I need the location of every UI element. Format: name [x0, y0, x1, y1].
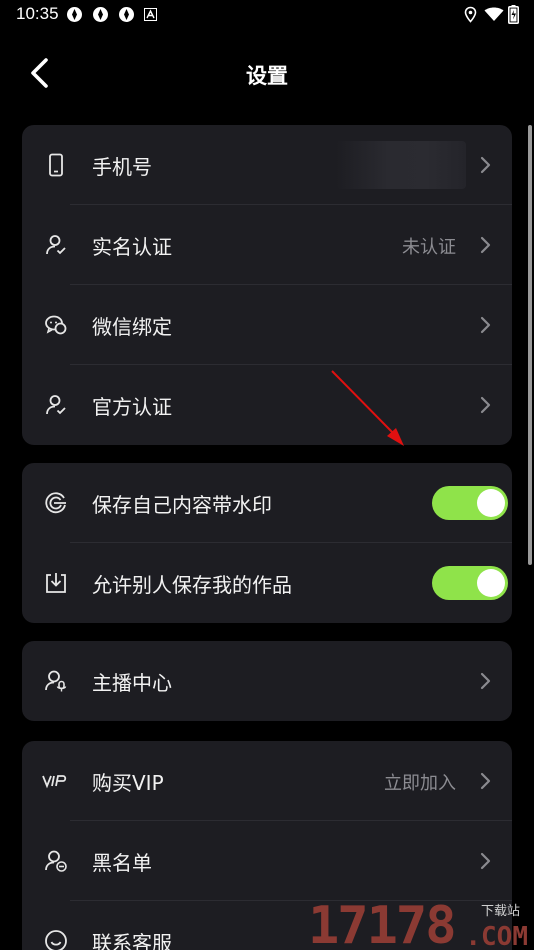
- settings-row-real-name[interactable]: 实名认证 未认证: [22, 205, 512, 285]
- phone-label: 手机号: [92, 155, 152, 179]
- anchor-center-label: 主播中心: [92, 671, 172, 695]
- anchor-card: 主播中心: [22, 641, 512, 721]
- official-verify-icon: [46, 395, 66, 415]
- header: 设置: [0, 48, 534, 98]
- watermark-number: 17178: [308, 896, 457, 950]
- join-now-text: 立即加入: [384, 773, 456, 794]
- settings-row-watermark: 保存自己内容带水印: [22, 463, 512, 543]
- chevron-right-icon: [480, 852, 491, 870]
- location-icon: [464, 6, 477, 23]
- phone-icon: [49, 153, 63, 177]
- watermark-label: 保存自己内容带水印: [92, 493, 272, 517]
- site-watermark: 17178 下载站 .COM: [308, 896, 528, 950]
- status-time: 10:35: [16, 4, 59, 23]
- chevron-right-icon: [480, 672, 491, 690]
- allow-save-label: 允许别人保存我的作品: [92, 573, 292, 597]
- chevron-right-icon: [480, 156, 491, 174]
- wechat-label: 微信绑定: [92, 315, 172, 339]
- settings-row-official[interactable]: 官方认证: [22, 365, 512, 445]
- notification-icon: [119, 7, 134, 22]
- account-settings-card: 手机号 实名认证 未认证 微信绑定 官方认证: [22, 125, 512, 445]
- settings-row-allow-save: 允许别人保存我的作品: [22, 543, 512, 623]
- user-verify-icon: [46, 235, 66, 255]
- download-icon: [46, 573, 66, 593]
- watermark-toggle[interactable]: [432, 486, 508, 520]
- watermark-domain: .COM: [465, 922, 528, 950]
- scrollbar[interactable]: [528, 125, 532, 565]
- real-name-label: 实名认证: [92, 235, 172, 259]
- chevron-right-icon: [480, 772, 491, 790]
- blacklist-label: 黑名单: [92, 851, 152, 875]
- privacy-settings-card: 保存自己内容带水印 允许别人保存我的作品: [22, 463, 512, 623]
- phone-number-redacted: [336, 141, 466, 189]
- font-app-icon: [144, 8, 157, 21]
- chevron-right-icon: [480, 396, 491, 414]
- support-smile-icon: [45, 930, 67, 950]
- wechat-icon: [45, 315, 67, 335]
- notification-icon: [93, 7, 108, 22]
- status-bar: 10:35: [0, 0, 534, 30]
- allow-save-toggle[interactable]: [432, 566, 508, 600]
- settings-row-anchor-center[interactable]: 主播中心: [22, 641, 512, 721]
- notification-icon: [67, 7, 82, 22]
- wifi-icon: [484, 7, 504, 21]
- watermark-small-text: 下载站: [480, 904, 520, 919]
- settings-row-phone[interactable]: 手机号: [22, 125, 512, 205]
- contact-support-label: 联系客服: [92, 931, 172, 950]
- watermark-icon: [45, 492, 66, 514]
- page-title: 设置: [246, 64, 288, 88]
- vip-icon: [42, 775, 67, 789]
- settings-row-buy-vip[interactable]: 购买VIP 立即加入: [22, 741, 512, 821]
- buy-vip-label: 购买VIP: [92, 771, 164, 795]
- official-label: 官方认证: [92, 395, 172, 419]
- chevron-right-icon: [480, 236, 491, 254]
- blacklist-user-icon: [45, 850, 67, 872]
- chevron-right-icon: [480, 316, 491, 334]
- battery-icon: [508, 5, 519, 24]
- annotation-arrow: [331, 370, 404, 446]
- real-name-status: 未认证: [402, 237, 456, 258]
- settings-row-wechat[interactable]: 微信绑定: [22, 285, 512, 365]
- settings-row-blacklist[interactable]: 黑名单: [22, 821, 512, 901]
- anchor-mic-icon: [45, 670, 67, 692]
- toggle-knob: [477, 489, 505, 517]
- toggle-knob: [477, 569, 505, 597]
